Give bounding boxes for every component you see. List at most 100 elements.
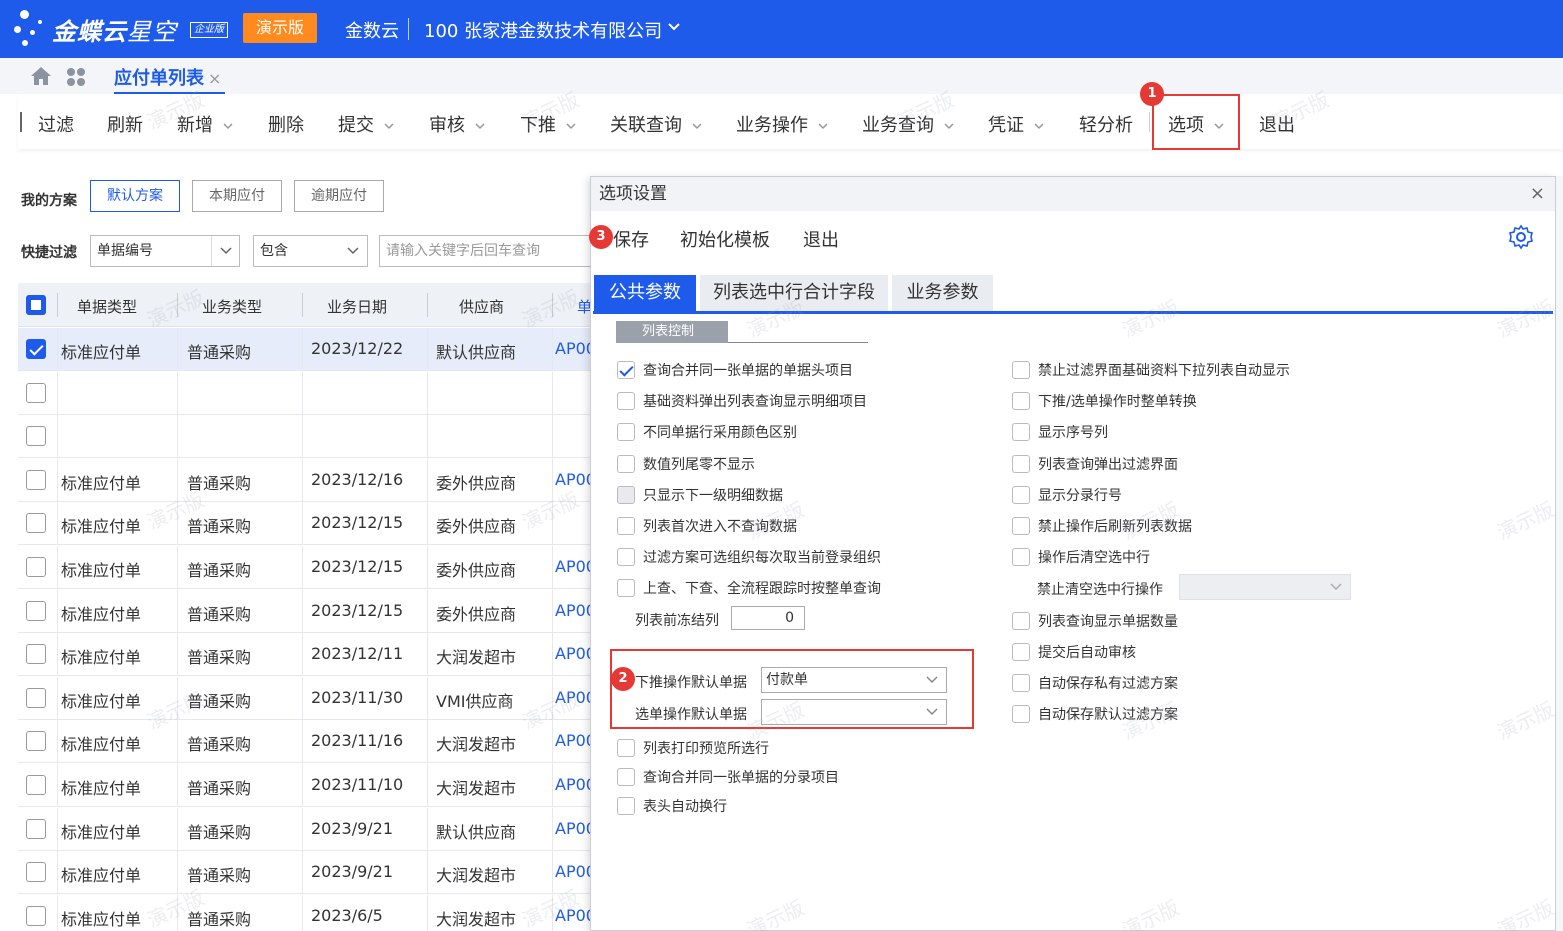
option-checkbox[interactable]: 查询合并同一张单据的单据头项目 xyxy=(617,360,853,380)
checkbox[interactable] xyxy=(617,548,635,566)
checkbox[interactable] xyxy=(1012,705,1030,723)
table-row[interactable]: 标准应付单 普通采购 2023/12/15 委外供应商 AP00 xyxy=(18,590,596,633)
row-checkbox[interactable] xyxy=(26,557,46,577)
filter-button[interactable]: 过滤 xyxy=(38,111,74,137)
row-checkbox[interactable] xyxy=(26,470,46,490)
option-checkbox[interactable]: 自动保存私有过滤方案 xyxy=(1012,673,1178,693)
company-selector[interactable]: 100 张家港金数技术有限公司 xyxy=(424,17,662,43)
checkbox[interactable] xyxy=(617,797,635,815)
table-row[interactable] xyxy=(18,415,593,458)
dialog-save-button[interactable]: 保存 xyxy=(613,226,649,252)
org-name[interactable]: 金数云 xyxy=(345,17,399,43)
option-checkbox[interactable]: 列表打印预览所选行 xyxy=(617,738,769,758)
row-checkbox[interactable] xyxy=(26,819,46,839)
gear-icon[interactable] xyxy=(1508,224,1534,250)
column-header-supplier[interactable]: 供应商 xyxy=(459,296,504,317)
close-icon[interactable]: × xyxy=(208,69,221,88)
column-header-doc-type[interactable]: 单据类型 xyxy=(77,296,137,317)
option-checkbox[interactable]: 下推/选单操作时整单转换 xyxy=(1012,391,1197,411)
business-query-button[interactable]: 业务查询 xyxy=(862,111,954,137)
checkbox[interactable] xyxy=(1012,361,1030,379)
row-checkbox[interactable] xyxy=(26,644,46,664)
checkbox[interactable] xyxy=(1012,455,1030,473)
light-analysis-button[interactable]: 轻分析 xyxy=(1079,111,1133,137)
row-checkbox[interactable] xyxy=(26,688,46,708)
filter-field-select[interactable]: 单据编号 xyxy=(90,235,240,267)
option-checkbox[interactable]: 过滤方案可选组织每次取当前登录组织 xyxy=(617,547,881,567)
row-checkbox[interactable] xyxy=(26,601,46,621)
row-checkbox[interactable] xyxy=(26,513,46,533)
row-checkbox[interactable] xyxy=(26,339,46,359)
checkbox[interactable] xyxy=(1012,392,1030,410)
freeze-columns-input[interactable]: 0 xyxy=(731,606,805,630)
option-checkbox[interactable]: 表头自动换行 xyxy=(617,796,727,816)
business-operation-button[interactable]: 业务操作 xyxy=(736,111,828,137)
table-row[interactable]: 标准应付单 普通采购 2023/11/30 VMI供应商 AP00 xyxy=(18,677,596,720)
option-checkbox[interactable]: 查询合并同一张单据的分录项目 xyxy=(617,767,839,787)
voucher-button[interactable]: 凭证 xyxy=(988,111,1044,137)
row-checkbox[interactable] xyxy=(26,731,46,751)
table-row[interactable]: 标准应付单 普通采购 2023/12/16 委外供应商 AP00 xyxy=(18,459,596,502)
table-row[interactable]: 标准应付单 普通采购 2023/6/5 大润发超市 AP00 xyxy=(18,895,596,931)
close-icon[interactable]: × xyxy=(1530,183,1545,204)
option-checkbox[interactable]: 列表查询显示单据数量 xyxy=(1012,611,1178,631)
checkbox[interactable] xyxy=(617,739,635,757)
dialog-exit-button[interactable]: 退出 xyxy=(803,226,839,252)
table-row[interactable]: 标准应付单 普通采购 2023/12/22 默认供应商 AP00 xyxy=(18,328,596,371)
table-row[interactable]: 标准应付单 普通采购 2023/9/21 默认供应商 AP00 xyxy=(18,808,596,851)
tab-payable-list[interactable]: 应付单列表 × xyxy=(114,64,226,94)
table-row[interactable]: 标准应付单 普通采购 2023/11/16 大润发超市 AP00 xyxy=(18,720,596,763)
checkbox[interactable] xyxy=(1012,674,1030,692)
table-row[interactable]: 标准应付单 普通采购 2023/9/21 大润发超市 AP00 xyxy=(18,851,596,894)
add-button[interactable]: 新增 xyxy=(177,111,233,137)
table-row[interactable]: 标准应付单 普通采购 2023/12/11 大润发超市 AP00 xyxy=(18,633,596,676)
checkbox[interactable] xyxy=(617,517,635,535)
scheme-overdue-payable-button[interactable]: 逾期应付 xyxy=(294,180,384,212)
option-checkbox[interactable]: 列表首次进入不查询数据 xyxy=(617,516,797,536)
filter-operator-select[interactable]: 包含 xyxy=(253,235,368,267)
column-header-biz-type[interactable]: 业务类型 xyxy=(202,296,262,317)
init-template-button[interactable]: 初始化模板 xyxy=(680,226,770,252)
table-row[interactable]: 标准应付单 普通采购 2023/11/10 大润发超市 AP00 xyxy=(18,764,596,807)
scrollbar[interactable] xyxy=(1556,176,1563,931)
tab-selected-row-sum[interactable]: 列表选中行合计字段 xyxy=(700,275,888,311)
checkbox[interactable] xyxy=(1012,423,1030,441)
refresh-button[interactable]: 刷新 xyxy=(107,111,143,137)
option-checkbox[interactable]: 列表查询弹出过滤界面 xyxy=(1012,454,1178,474)
row-checkbox[interactable] xyxy=(26,426,46,446)
scheme-current-payable-button[interactable]: 本期应付 xyxy=(192,180,282,212)
option-checkbox[interactable]: 自动保存默认过滤方案 xyxy=(1012,704,1178,724)
select-all-checkbox[interactable] xyxy=(26,295,46,315)
checkbox[interactable] xyxy=(617,486,635,504)
checkbox[interactable] xyxy=(1012,548,1030,566)
option-checkbox[interactable]: 数值列尾零不显示 xyxy=(617,454,755,474)
option-checkbox[interactable]: 显示序号列 xyxy=(1012,422,1108,442)
checkbox[interactable] xyxy=(617,361,635,379)
exit-button[interactable]: 退出 xyxy=(1259,111,1295,137)
option-checkbox[interactable]: 基础资料弹出列表查询显示明细项目 xyxy=(617,391,867,411)
checkbox[interactable] xyxy=(617,423,635,441)
push-down-button[interactable]: 下推 xyxy=(520,111,576,137)
option-checkbox[interactable]: 只显示下一级明细数据 xyxy=(617,485,783,505)
related-query-button[interactable]: 关联查询 xyxy=(610,111,702,137)
table-row[interactable]: 标准应付单 普通采购 2023/12/15 委外供应商 AP00 xyxy=(18,546,596,589)
checkbox[interactable] xyxy=(1012,612,1030,630)
scheme-default-button[interactable]: 默认方案 xyxy=(90,180,180,212)
row-checkbox[interactable] xyxy=(26,862,46,882)
column-header-biz-date[interactable]: 业务日期 xyxy=(327,296,387,317)
row-checkbox[interactable] xyxy=(26,906,46,926)
option-checkbox[interactable]: 显示分录行号 xyxy=(1012,485,1122,505)
option-checkbox[interactable]: 禁止过滤界面基础资料下拉列表自动显示 xyxy=(1012,360,1290,380)
option-checkbox[interactable]: 操作后清空选中行 xyxy=(1012,547,1150,567)
apps-icon[interactable] xyxy=(66,67,86,87)
option-checkbox[interactable]: 上查、下查、全流程跟踪时按整单查询 xyxy=(617,578,881,598)
row-checkbox[interactable] xyxy=(26,383,46,403)
home-icon[interactable] xyxy=(30,66,52,86)
submit-button[interactable]: 提交 xyxy=(338,111,394,137)
chevron-down-icon[interactable] xyxy=(667,20,681,34)
checkbox[interactable] xyxy=(617,392,635,410)
option-checkbox[interactable]: 提交后自动审核 xyxy=(1012,642,1136,662)
checkbox[interactable] xyxy=(617,768,635,786)
delete-button[interactable]: 删除 xyxy=(268,111,304,137)
table-row[interactable]: 标准应付单 普通采购 2023/12/15 委外供应商 xyxy=(18,502,593,545)
